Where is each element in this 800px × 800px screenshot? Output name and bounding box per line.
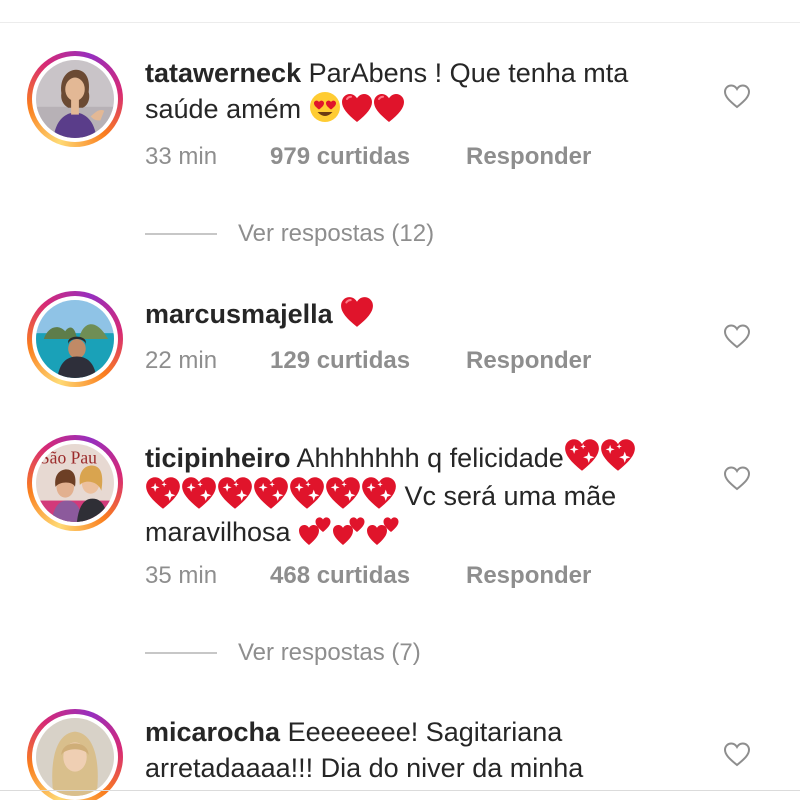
- red-heart-emoji: [341, 93, 373, 123]
- reply-button[interactable]: Responder: [466, 143, 591, 171]
- comment-body: Vc será uma mãe: [404, 481, 617, 511]
- comment-meta: 33 min 979 curtidas Responder: [145, 143, 591, 171]
- comment-time: 33 min: [145, 143, 218, 170]
- story-ring[interactable]: [27, 291, 123, 387]
- sparkling-heart-emoji: [564, 438, 600, 472]
- sparkling-heart-emoji: [361, 476, 397, 510]
- comment-likes[interactable]: 129 curtidas: [270, 347, 466, 375]
- like-comment-button[interactable]: [723, 323, 751, 349]
- replies-divider-line: [145, 233, 217, 235]
- avatar: [36, 718, 114, 796]
- sparkling-heart-emoji: [325, 476, 361, 510]
- avatar: [36, 60, 114, 138]
- sparkling-heart-emoji: [181, 476, 217, 510]
- comment-likes[interactable]: 468 curtidas: [270, 562, 466, 590]
- comment-time: 22 min: [145, 347, 218, 374]
- red-heart-emoji: [340, 296, 374, 328]
- sparkling-heart-emoji: [253, 476, 289, 510]
- comment-meta: 35 min 468 curtidas Responder: [145, 562, 591, 590]
- avatar: São Pau: [36, 444, 114, 522]
- comment-text: micarocha Eeeeeeee! Sagitariana arretada…: [145, 714, 705, 786]
- avatar-image: [36, 60, 114, 138]
- two-hearts-emoji: [366, 514, 400, 546]
- story-ring[interactable]: São Pau: [27, 435, 123, 531]
- sparkling-heart-emoji: [600, 438, 636, 472]
- story-ring[interactable]: [27, 709, 123, 800]
- comment-body: ParAbens ! Que tenha mta: [308, 58, 629, 88]
- comment-body: maravilhosa: [145, 517, 291, 547]
- sparkling-heart-emoji: [145, 476, 181, 510]
- heart-eyes-emoji: [309, 91, 341, 123]
- story-ring[interactable]: [27, 51, 123, 147]
- sparkling-heart-emoji: [289, 476, 325, 510]
- two-hearts-emoji: [332, 514, 366, 546]
- comment-meta: 22 min 129 curtidas Responder: [145, 347, 591, 375]
- comment-likes[interactable]: 979 curtidas: [270, 143, 466, 171]
- red-heart-emoji: [373, 93, 405, 123]
- comment-username[interactable]: micarocha: [145, 717, 280, 747]
- comment-username[interactable]: tatawerneck: [145, 58, 301, 88]
- avatar-image: [36, 718, 114, 796]
- avatar-image: [36, 300, 114, 378]
- bottom-divider: [0, 790, 800, 791]
- view-replies-label: Ver respostas (12): [238, 220, 435, 247]
- comment-body: Ahhhhhhh q felicidade: [296, 443, 564, 473]
- avatar-image: São Pau: [36, 444, 114, 522]
- like-comment-button[interactable]: [723, 83, 751, 109]
- replies-divider-line: [145, 652, 217, 654]
- comment-text: ticipinheiro Ahhhhhhh q felicidade Vc se…: [145, 438, 705, 550]
- view-replies-button[interactable]: Ver respostas (7): [145, 639, 421, 667]
- top-divider: [0, 22, 800, 23]
- heart-outline-icon: [723, 465, 751, 491]
- magazine-title: São Pau: [40, 448, 97, 468]
- comment-body: arretadaaaa!!! Dia do niver da minha: [145, 753, 584, 783]
- heart-outline-icon: [723, 83, 751, 109]
- comment-time: 35 min: [145, 562, 218, 589]
- view-replies-button[interactable]: Ver respostas (12): [145, 220, 434, 248]
- heart-outline-icon: [723, 741, 751, 767]
- heart-outline-icon: [723, 323, 751, 349]
- sparkling-heart-emoji: [217, 476, 253, 510]
- comment-username[interactable]: marcusmajella: [145, 299, 333, 329]
- view-replies-label: Ver respostas (7): [238, 639, 421, 666]
- reply-button[interactable]: Responder: [466, 562, 591, 590]
- comment-body: saúde amém: [145, 94, 302, 124]
- reply-button[interactable]: Responder: [466, 347, 591, 375]
- comment-username[interactable]: ticipinheiro: [145, 443, 291, 473]
- avatar: [36, 300, 114, 378]
- comment-body: Eeeeeeee! Sagitariana: [287, 717, 563, 747]
- comment-text: marcusmajella: [145, 296, 705, 332]
- comment-text: tatawerneck ParAbens ! Que tenha mta saú…: [145, 55, 705, 127]
- like-comment-button[interactable]: [723, 741, 751, 767]
- like-comment-button[interactable]: [723, 465, 751, 491]
- two-hearts-emoji: [298, 514, 332, 546]
